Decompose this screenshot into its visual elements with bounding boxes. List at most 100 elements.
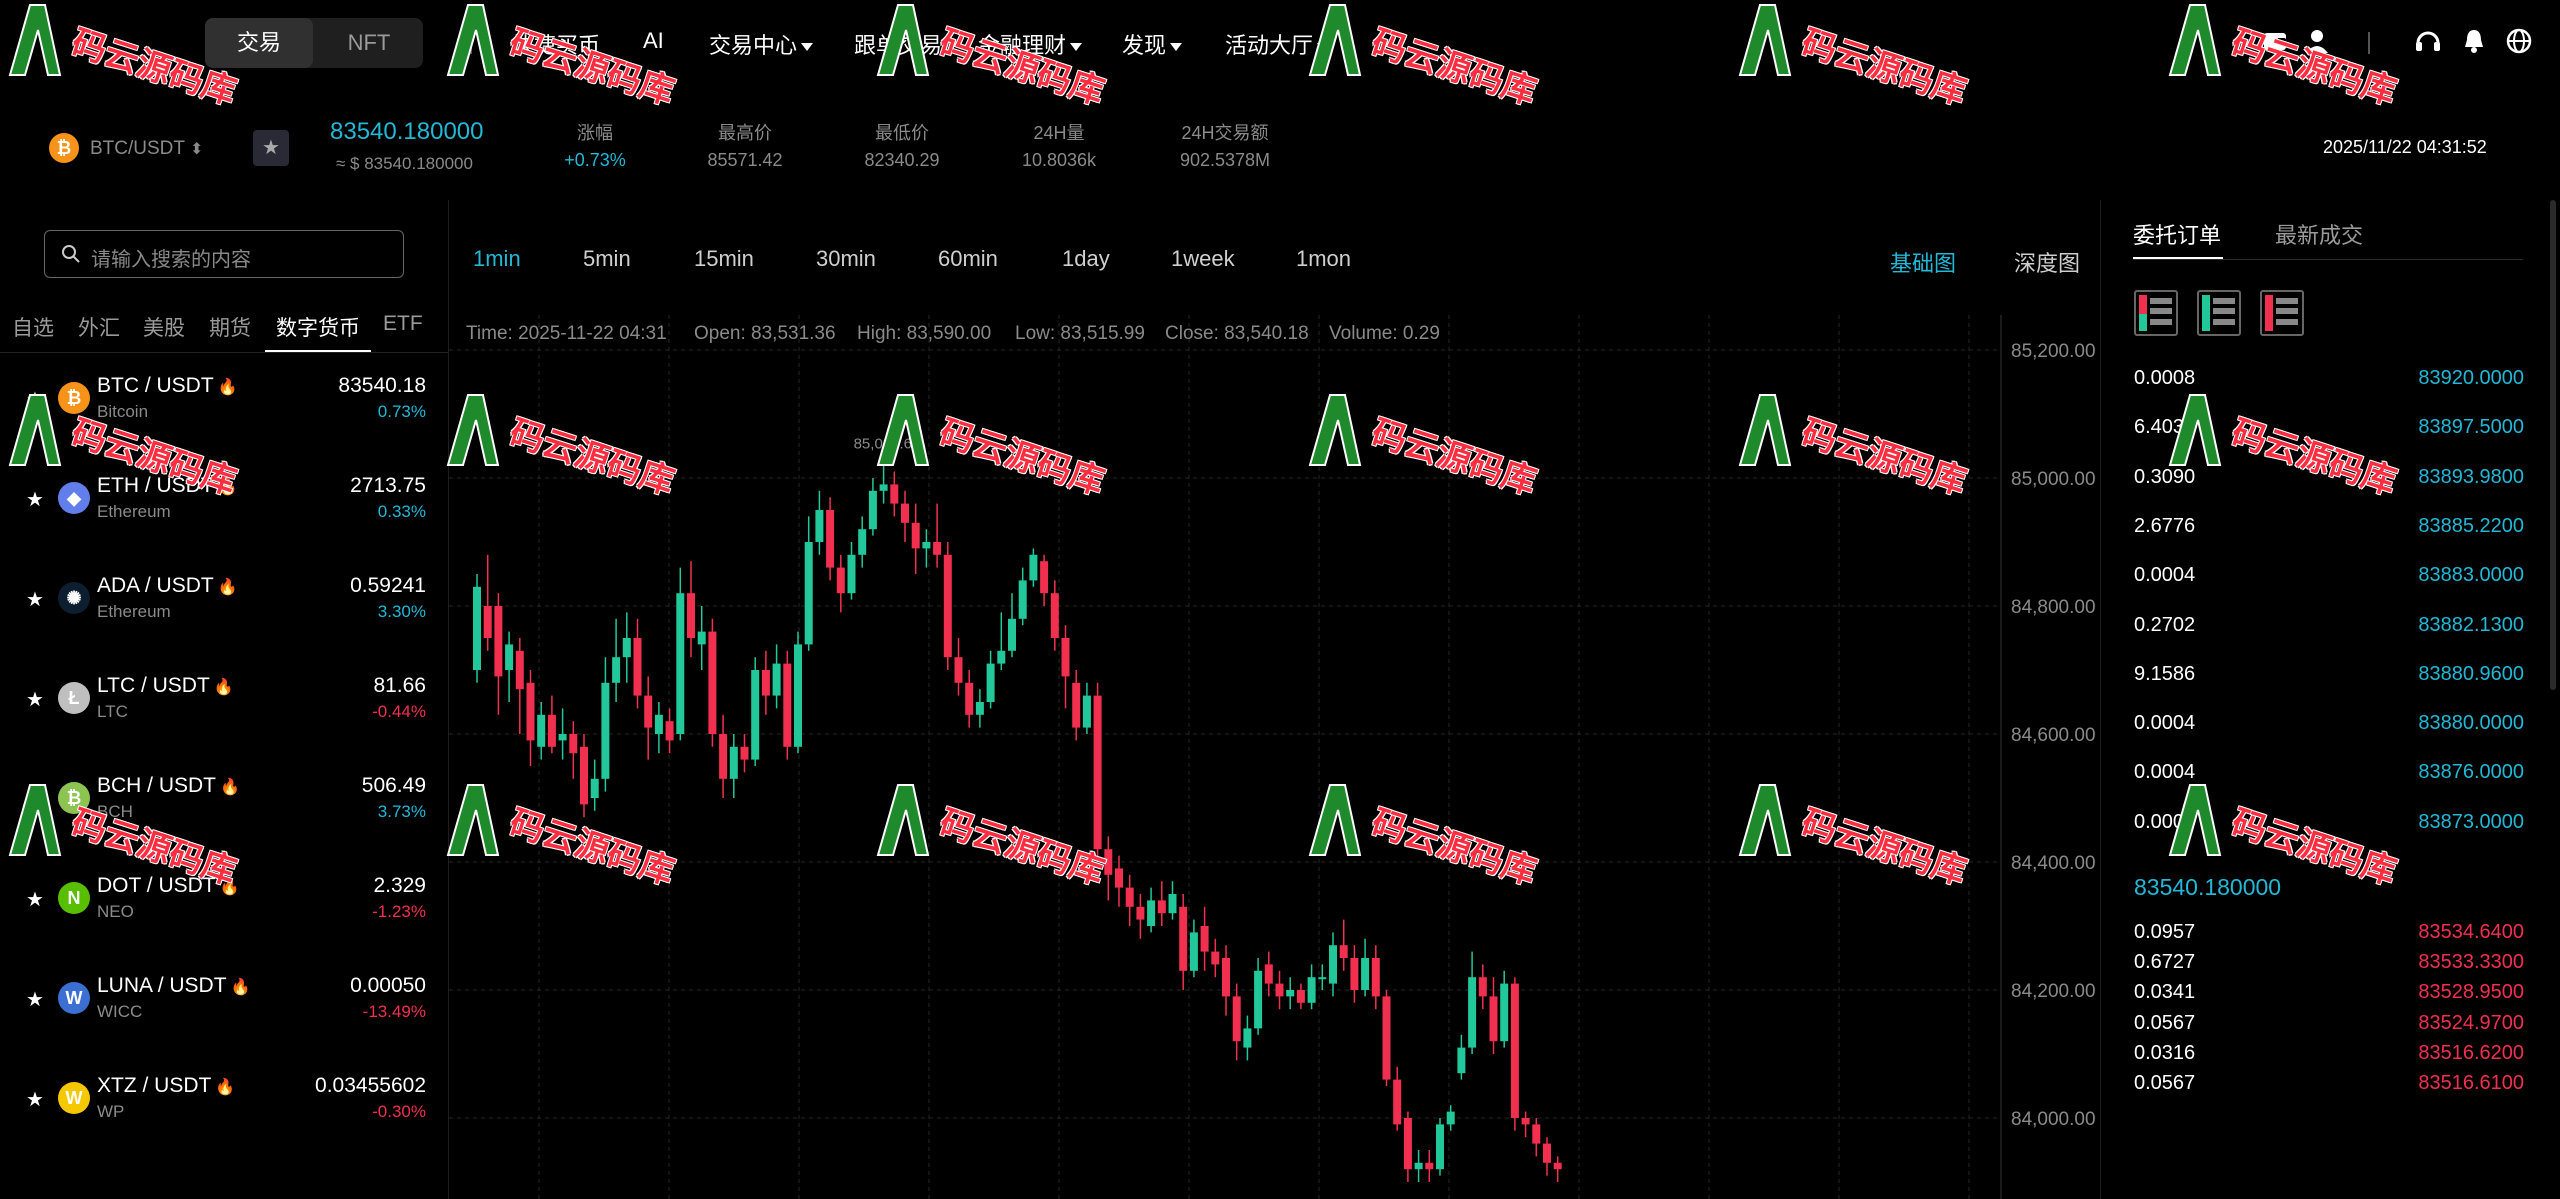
candle-body bbox=[708, 631, 717, 734]
candle-body bbox=[1350, 958, 1359, 990]
headset-icon[interactable] bbox=[2413, 26, 2443, 56]
coin-price: 506.49 bbox=[361, 774, 426, 797]
hot-fire-icon: 🔥 bbox=[217, 379, 238, 396]
ask-row[interactable]: 0.0004 83873.0000 bbox=[2134, 811, 2524, 841]
coin-change: -1.23% bbox=[372, 902, 426, 921]
ticker-pair[interactable]: BTC/USDT ⬍ bbox=[90, 138, 203, 160]
bitcoin-icon: ₿ bbox=[49, 133, 79, 163]
interval-30min[interactable]: 30min bbox=[816, 246, 876, 272]
view-depth[interactable]: 深度图 bbox=[2014, 246, 2080, 278]
ask-row[interactable]: 0.0004 83883.0000 bbox=[2134, 564, 2524, 594]
coin-row[interactable]: ★ W XTZ / USDT 🔥 WP 0.03455602 -0.30% bbox=[0, 1062, 448, 1162]
bid-row[interactable]: 0.0567 83516.6100 bbox=[2134, 1072, 2524, 1102]
interval-5min[interactable]: 5min bbox=[583, 246, 631, 272]
nav-copy-trade[interactable]: 跟单交易 bbox=[854, 28, 942, 60]
globe-icon[interactable] bbox=[2504, 26, 2534, 56]
interval-1day[interactable]: 1day bbox=[1062, 246, 1110, 272]
bid-row[interactable]: 0.0957 83534.6400 bbox=[2134, 921, 2524, 951]
coin-name: Ethereum bbox=[97, 602, 171, 621]
candle-body bbox=[836, 567, 845, 594]
favorite-star-icon[interactable]: ★ bbox=[26, 1087, 44, 1112]
orderbook-both-icon[interactable] bbox=[2134, 290, 2178, 336]
bid-row[interactable]: 0.6727 83533.3300 bbox=[2134, 951, 2524, 981]
candle-body bbox=[1008, 618, 1016, 651]
interval-1week[interactable]: 1week bbox=[1171, 246, 1235, 272]
bid-row[interactable]: 0.0567 83524.9700 bbox=[2134, 1012, 2524, 1042]
search-input[interactable]: 请输入搜索的内容 bbox=[44, 230, 404, 278]
tab-order-book[interactable]: 委托订单 bbox=[2133, 218, 2221, 250]
candle-body bbox=[1543, 1143, 1551, 1163]
candle-body bbox=[1168, 894, 1177, 914]
interval-1mon[interactable]: 1mon bbox=[1296, 246, 1351, 272]
favorite-star-icon[interactable]: ★ bbox=[26, 487, 44, 512]
wallet-icon[interactable] bbox=[2260, 26, 2290, 56]
ask-row[interactable]: 0.0008 83920.0000 bbox=[2134, 367, 2524, 397]
coin-row[interactable]: ★ ₿ BTC / USDT 🔥 Bitcoin 83540.18 0.73% bbox=[0, 362, 448, 462]
view-basic[interactable]: 基础图 bbox=[1890, 246, 1956, 278]
favorite-star-icon[interactable]: ★ bbox=[26, 987, 44, 1012]
favorite-star-icon[interactable]: ★ bbox=[26, 687, 44, 712]
coin-row[interactable]: ★ ₿ BCH / USDT 🔥 BCH 506.49 3.73% bbox=[0, 762, 448, 862]
bell-icon[interactable] bbox=[2459, 26, 2489, 56]
coin-name: NEO bbox=[97, 902, 134, 921]
interval-1min[interactable]: 1min bbox=[473, 246, 521, 272]
ask-row[interactable]: 0.0004 83880.0000 bbox=[2134, 712, 2524, 742]
nav-discover[interactable]: 发现 bbox=[1122, 28, 1183, 60]
ask-row[interactable]: 9.1586 83880.9600 bbox=[2134, 663, 2524, 693]
ask-row[interactable]: 0.0004 83876.0000 bbox=[2134, 761, 2524, 791]
candle-body bbox=[1307, 977, 1316, 1003]
scrollbar[interactable] bbox=[2550, 200, 2556, 690]
category-us-stocks[interactable]: 美股 bbox=[143, 312, 185, 342]
tab-latest-trades[interactable]: 最新成交 bbox=[2275, 218, 2363, 250]
candlestick-chart[interactable]: 85,200.00 85,000.00 84,800.00 84,600.00 84,4… bbox=[449, 315, 2099, 1199]
tab-nft[interactable]: NFT bbox=[315, 18, 423, 68]
category-etf[interactable]: ETF bbox=[383, 312, 423, 336]
coin-row[interactable]: ★ Ł LTC / USDT 🔥 LTC 81.66 -0.44% bbox=[0, 662, 448, 762]
ask-row[interactable]: 0.2702 83882.1300 bbox=[2134, 614, 2524, 644]
ask-quantity: 0.0008 bbox=[2134, 367, 2196, 389]
bid-row[interactable]: 0.0341 83528.9500 bbox=[2134, 981, 2524, 1011]
ticker-pair-label: BTC/USDT bbox=[90, 138, 185, 159]
ask-quantity: 0.3090 bbox=[2134, 465, 2196, 488]
candle-body bbox=[687, 593, 695, 638]
coin-row[interactable]: ★ N DOT / USDT 🔥 NEO 2.329 -1.23% bbox=[0, 862, 448, 962]
category-crypto[interactable]: 数字货币 bbox=[276, 312, 360, 342]
y-axis-tick-label: 84,800.00 bbox=[2011, 597, 2096, 618]
orderbook-bids-icon[interactable] bbox=[2197, 290, 2241, 336]
coin-pair: BCH / USDT 🔥 bbox=[97, 774, 240, 798]
coin-row[interactable]: ★ ◆ ETH / USDT 🔥 Ethereum 2713.75 0.33% bbox=[0, 462, 448, 562]
candle-body bbox=[1339, 945, 1348, 958]
favorite-star-icon[interactable]: ★ bbox=[26, 587, 44, 612]
tab-trade[interactable]: 交易 bbox=[205, 18, 313, 68]
hot-fire-icon: 🔥 bbox=[215, 1079, 236, 1096]
interval-15min[interactable]: 15min bbox=[694, 246, 754, 272]
candle-body bbox=[1489, 996, 1498, 1042]
interval-60min[interactable]: 60min bbox=[938, 246, 998, 272]
category-favorites[interactable]: 自选 bbox=[12, 312, 54, 342]
favorite-star-icon[interactable]: ★ bbox=[253, 130, 289, 166]
candle-body bbox=[975, 702, 984, 715]
nav-finance[interactable]: 金融理财 bbox=[978, 28, 1083, 60]
candle-body bbox=[901, 503, 909, 523]
candle-body bbox=[954, 657, 963, 683]
category-futures[interactable]: 期货 bbox=[209, 312, 251, 342]
ask-row[interactable]: 6.4032 83897.5000 bbox=[2134, 416, 2524, 446]
ask-row[interactable]: 2.6776 83885.2200 bbox=[2134, 515, 2524, 545]
coin-row[interactable]: ★ W LUNA / USDT 🔥 WICC 0.00050 -13.49% bbox=[0, 962, 448, 1062]
favorite-star-icon[interactable]: ★ bbox=[26, 787, 44, 812]
nav-ai[interactable]: AI bbox=[643, 28, 664, 54]
favorite-star-icon[interactable]: ★ bbox=[26, 887, 44, 912]
nav-trade-center[interactable]: 交易中心 bbox=[709, 28, 814, 60]
coin-row[interactable]: ★ ✺ ADA / USDT 🔥 Ethereum 0.59241 3.30% bbox=[0, 562, 448, 662]
orderbook-asks-icon[interactable] bbox=[2260, 290, 2304, 336]
nav-quick-buy[interactable]: 快捷买币 bbox=[512, 28, 600, 60]
category-forex[interactable]: 外汇 bbox=[78, 312, 120, 342]
candle-body bbox=[473, 586, 481, 670]
coin-name: Ethereum bbox=[97, 502, 171, 521]
coin-pair-label: BTC / USDT bbox=[97, 374, 214, 397]
favorite-star-icon[interactable]: ★ bbox=[26, 387, 44, 412]
ask-row[interactable]: 0.3090 83893.9800 bbox=[2134, 466, 2524, 496]
user-icon[interactable] bbox=[2302, 26, 2332, 56]
bid-row[interactable]: 0.0316 83516.6200 bbox=[2134, 1042, 2524, 1072]
nav-events[interactable]: 活动大厅 bbox=[1225, 28, 1330, 60]
